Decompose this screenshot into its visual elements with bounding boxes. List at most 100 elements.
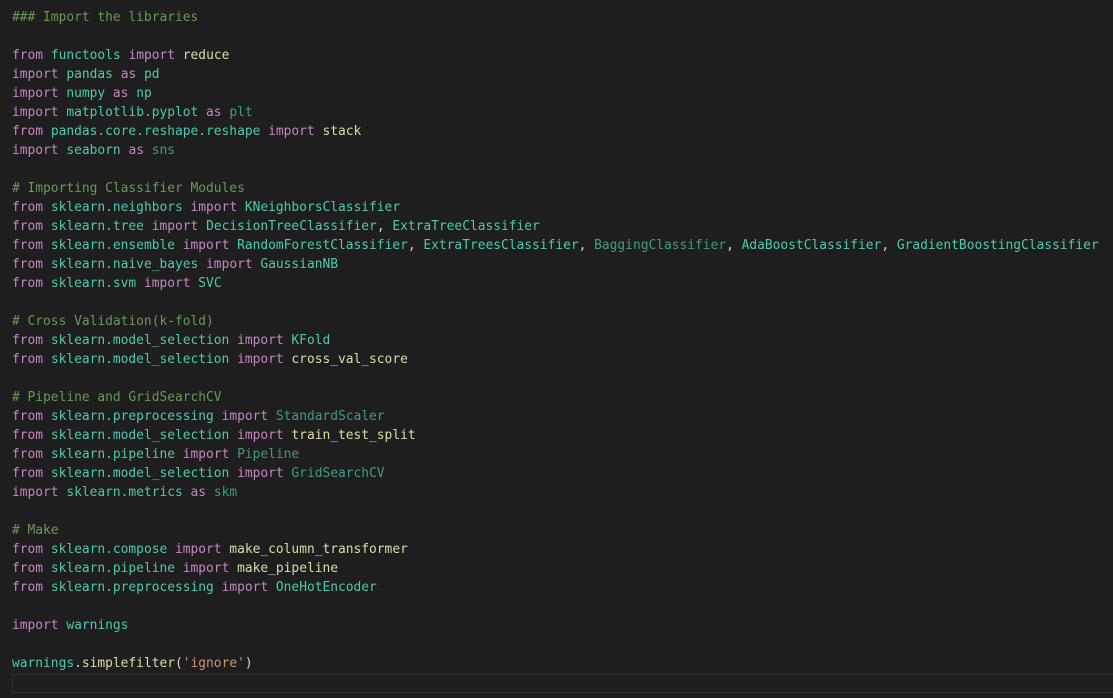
code-line[interactable]: import matplotlib.pyplot as plt bbox=[12, 103, 1113, 122]
code-editor[interactable]: ### Import the libraries from functools … bbox=[0, 0, 1113, 698]
code-token: sklearn.metrics bbox=[66, 485, 183, 500]
code-line[interactable] bbox=[12, 635, 1113, 654]
code-line[interactable]: from sklearn.model_selection import cros… bbox=[12, 350, 1113, 369]
code-token: numpy bbox=[66, 86, 106, 101]
code-line[interactable]: warnings.simplefilter('ignore') bbox=[12, 654, 1113, 673]
code-token: from bbox=[12, 333, 44, 348]
code-line[interactable]: ### Import the libraries bbox=[12, 8, 1113, 27]
code-token: cross_val_score bbox=[291, 352, 408, 367]
code-line[interactable]: from sklearn.model_selection import trai… bbox=[12, 426, 1113, 445]
code-line[interactable]: # Importing Classifier Modules bbox=[12, 179, 1113, 198]
code-line[interactable]: from sklearn.preprocessing import Standa… bbox=[12, 407, 1113, 426]
code-line[interactable]: import warnings bbox=[12, 616, 1113, 635]
code-token: ) bbox=[244, 656, 253, 671]
code-token: stack bbox=[322, 124, 362, 139]
code-token: import bbox=[12, 618, 59, 633]
code-token: plt bbox=[229, 105, 253, 120]
code-token: GaussianNB bbox=[260, 257, 338, 272]
code-token: , bbox=[881, 238, 897, 253]
code-line[interactable]: from sklearn.pipeline import make_pipeli… bbox=[12, 559, 1113, 578]
code-token: import bbox=[221, 409, 269, 424]
code-line[interactable]: from pandas.core.reshape.reshape import … bbox=[12, 122, 1113, 141]
code-line[interactable]: import seaborn as sns bbox=[12, 141, 1113, 160]
code-line[interactable]: from sklearn.neighbors import KNeighbors… bbox=[12, 198, 1113, 217]
code-token: Pipeline bbox=[237, 447, 300, 462]
code-token: DecisionTreeClassifier bbox=[206, 219, 377, 234]
code-line[interactable]: from sklearn.compose import make_column_… bbox=[12, 540, 1113, 559]
code-token: reduce bbox=[182, 48, 230, 63]
code-line[interactable]: import numpy as np bbox=[12, 84, 1113, 103]
code-token: ExtraTreeClassifier bbox=[392, 219, 540, 234]
code-token: np bbox=[136, 86, 152, 101]
code-line[interactable]: from sklearn.tree import DecisionTreeCla… bbox=[12, 217, 1113, 236]
code-token: import bbox=[268, 124, 315, 139]
code-token: GradientBoostingClassifier bbox=[896, 238, 1099, 253]
code-line[interactable]: from sklearn.model_selection import Grid… bbox=[12, 464, 1113, 483]
code-line[interactable]: from functools import reduce bbox=[12, 46, 1113, 65]
code-line[interactable]: import pandas as pd bbox=[12, 65, 1113, 84]
code-token: sklearn.neighbors bbox=[50, 200, 183, 215]
code-line[interactable]: # Cross Validation(k-fold) bbox=[12, 312, 1113, 331]
code-token: functools bbox=[50, 48, 121, 63]
code-line[interactable] bbox=[12, 597, 1113, 616]
code-line[interactable] bbox=[12, 160, 1113, 179]
code-token: AdaBoostClassifier bbox=[741, 238, 882, 253]
code-line[interactable]: from sklearn.pipeline import Pipeline bbox=[12, 445, 1113, 464]
code-token: import bbox=[237, 352, 284, 367]
code-line[interactable]: from sklearn.preprocessing import OneHot… bbox=[12, 578, 1113, 597]
code-token: import bbox=[12, 105, 59, 120]
code-token: as bbox=[112, 86, 129, 101]
code-token: make_pipeline bbox=[237, 561, 339, 576]
code-line[interactable]: from sklearn.ensemble import RandomFores… bbox=[12, 236, 1113, 255]
code-line[interactable]: # Make bbox=[12, 521, 1113, 540]
code-token: ### Import the libraries bbox=[12, 10, 199, 25]
code-token: StandardScaler bbox=[275, 409, 385, 424]
code-token: # Importing Classifier Modules bbox=[12, 181, 245, 196]
code-token: sklearn.naive_bayes bbox=[50, 257, 199, 272]
code-line[interactable] bbox=[12, 27, 1113, 46]
code-token: import bbox=[237, 428, 284, 443]
code-token: import bbox=[182, 238, 230, 253]
code-token: # Cross Validation(k-fold) bbox=[12, 314, 214, 329]
code-line[interactable]: from sklearn.model_selection import KFol… bbox=[12, 331, 1113, 350]
code-token: # Make bbox=[12, 523, 59, 538]
code-line[interactable]: from sklearn.svm import SVC bbox=[12, 274, 1113, 293]
code-token: from bbox=[12, 200, 44, 215]
code-token: import bbox=[151, 219, 199, 234]
code-line[interactable] bbox=[12, 502, 1113, 521]
code-line[interactable]: # Pipeline and GridSearchCV bbox=[12, 388, 1113, 407]
code-token: import bbox=[221, 580, 269, 595]
code-line[interactable]: from sklearn.naive_bayes import Gaussian… bbox=[12, 255, 1113, 274]
code-token: . bbox=[74, 656, 82, 671]
code-token: KNeighborsClassifier bbox=[244, 200, 401, 215]
code-token: , bbox=[376, 219, 393, 234]
code-token: sklearn.compose bbox=[50, 542, 168, 557]
code-token: import bbox=[128, 48, 176, 63]
code-token: import bbox=[12, 143, 59, 158]
code-token: import bbox=[206, 257, 253, 272]
code-line[interactable] bbox=[12, 293, 1113, 312]
code-line[interactable]: import sklearn.metrics as skm bbox=[12, 483, 1113, 502]
code-line[interactable] bbox=[12, 369, 1113, 388]
code-token: from bbox=[12, 124, 44, 139]
